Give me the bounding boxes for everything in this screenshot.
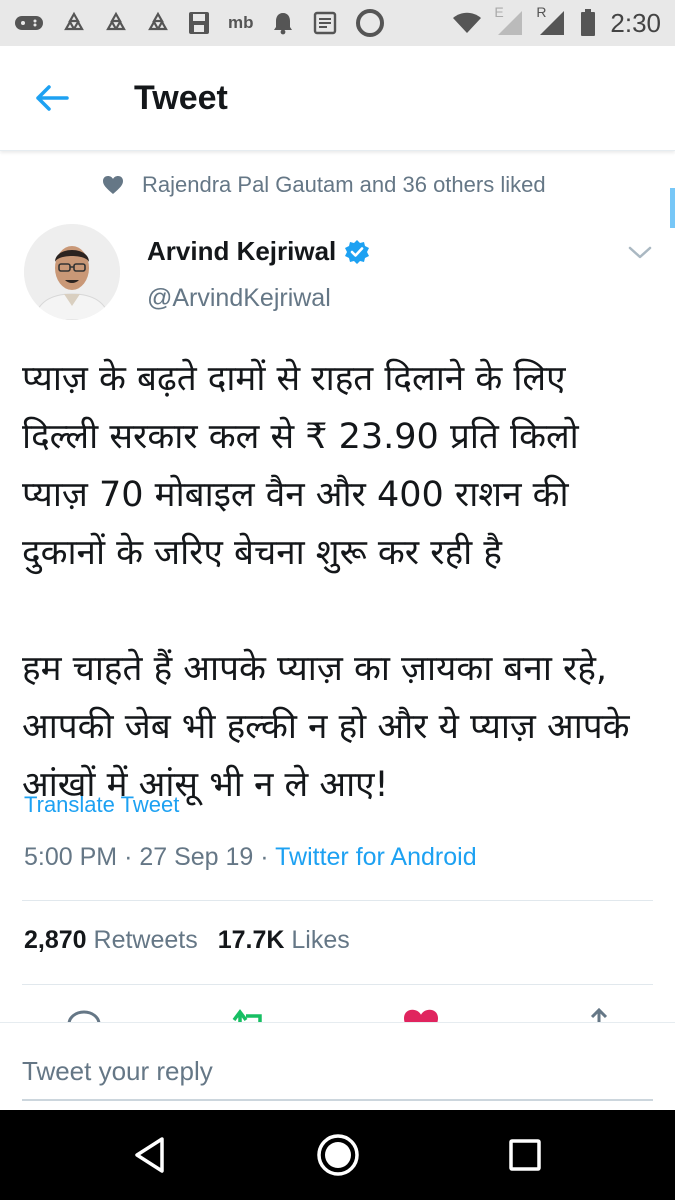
clock: 2:30 — [610, 7, 661, 38]
author-handle[interactable]: @ArvindKejriwal — [147, 284, 331, 313]
likes-stat[interactable]: 17.7K Likes — [218, 926, 350, 955]
gamepad-icon — [14, 13, 44, 33]
navigation-bar — [0, 1110, 675, 1200]
heart-icon — [103, 176, 123, 194]
wifi-icon — [452, 12, 482, 34]
home-circle-icon — [317, 1134, 359, 1176]
meta-separator: · — [124, 843, 133, 871]
bell-icon — [272, 11, 294, 35]
reply-bar — [0, 1022, 675, 1111]
retweets-stat[interactable]: 2,870 Retweets — [24, 926, 198, 955]
scroll-indicator — [670, 188, 675, 228]
signal-label-r: R — [536, 4, 547, 20]
social-context-text: Rajendra Pal Gautam and 36 others liked — [142, 172, 546, 197]
tweet-text: प्याज़ के बढ़ते दामों से राहत दिलाने के … — [22, 350, 652, 814]
likes-label: Likes — [291, 926, 350, 954]
battery-icon — [580, 9, 596, 37]
nav-back-button[interactable] — [127, 1132, 173, 1178]
author-name[interactable]: Arvind Kejriwal — [147, 236, 370, 267]
recycle-icon — [146, 11, 170, 35]
signal-icon-r: R — [536, 4, 566, 36]
back-arrow-icon — [36, 85, 69, 111]
tweet-date: 27 Sep 19 — [139, 843, 254, 871]
back-triangle-icon — [135, 1137, 164, 1173]
nav-home-button[interactable] — [315, 1132, 361, 1178]
verified-badge-icon — [345, 239, 370, 264]
tweet-source-link[interactable]: Twitter for Android — [275, 843, 476, 871]
translate-tweet-link[interactable]: Translate Tweet — [24, 792, 179, 818]
status-bar: mb E R 2:30 — [0, 0, 675, 46]
divider — [22, 984, 653, 985]
network-label: mb — [228, 13, 254, 32]
notification-icons: mb — [14, 9, 384, 37]
save-icon — [188, 11, 210, 35]
vodafone-icon — [355, 9, 384, 37]
nav-recents-button[interactable] — [502, 1132, 548, 1178]
retweets-label: Retweets — [93, 926, 198, 954]
tweet-time: 5:00 PM — [24, 843, 118, 871]
news-icon — [312, 11, 338, 35]
retweets-count: 2,870 — [24, 926, 87, 954]
signal-icon-e: E — [494, 4, 524, 36]
avatar[interactable] — [24, 224, 120, 320]
meta-separator: · — [260, 843, 269, 871]
chevron-down-icon — [628, 246, 652, 259]
tweet-stats: 2,870 Retweets 17.7K Likes — [24, 926, 350, 955]
divider — [22, 900, 653, 901]
recents-square-icon — [509, 1139, 541, 1171]
tweet-meta: 5:00 PM · 27 Sep 19 · Twitter for Androi… — [24, 843, 477, 872]
back-button[interactable] — [22, 68, 82, 128]
system-icons: E R 2:30 — [452, 4, 661, 39]
page-title: Tweet — [134, 78, 228, 117]
recycle-icon — [104, 11, 128, 35]
signal-label-e: E — [494, 4, 504, 20]
recycle-icon — [62, 11, 86, 35]
social-context[interactable]: Rajendra Pal Gautam and 36 others liked — [102, 172, 546, 198]
tweet-menu-button[interactable] — [625, 238, 655, 268]
tweet-paragraph: हम चाहते हैं आपके प्याज़ का ज़ायका बना र… — [22, 649, 630, 805]
tweet-paragraph: प्याज़ के बढ़ते दामों से राहत दिलाने के … — [22, 359, 579, 573]
app-header: Tweet — [0, 46, 675, 151]
author-name-text: Arvind Kejriwal — [147, 236, 337, 266]
likes-count: 17.7K — [217, 926, 285, 954]
reply-input[interactable] — [22, 1043, 653, 1101]
